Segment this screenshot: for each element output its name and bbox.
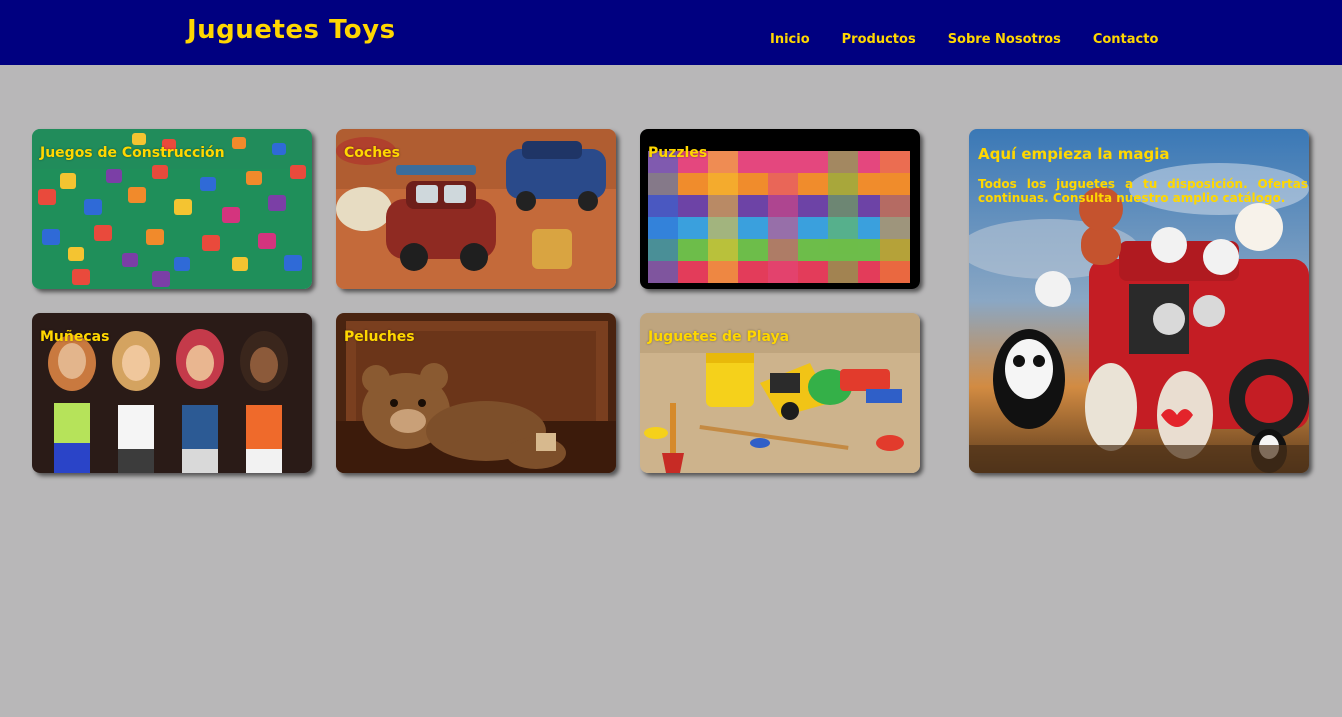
feature-title: Aquí empieza la magia — [978, 145, 1170, 163]
category-title: Muñecas — [40, 329, 110, 345]
feature-description: Todos los juguetes a tu disposición. Ofe… — [978, 177, 1308, 205]
brand-logo[interactable]: Juguetes Toys — [187, 15, 396, 45]
nav-link-sobre-nosotros[interactable]: Sobre Nosotros — [948, 32, 1061, 47]
category-title: Juguetes de Playa — [648, 329, 790, 345]
category-title: Peluches — [344, 329, 415, 345]
category-title: Coches — [344, 145, 400, 161]
category-card-juguetes-playa[interactable]: Juguetes de Playa — [640, 313, 920, 473]
main-nav: Inicio Productos Sobre Nosotros Contacto — [770, 32, 1190, 47]
category-card-peluches[interactable]: Peluches — [336, 313, 616, 473]
category-title: Juegos de Construcción — [40, 145, 225, 161]
site-header: Juguetes Toys Inicio Productos Sobre Nos… — [0, 0, 1342, 65]
nav-link-inicio[interactable]: Inicio — [770, 32, 810, 47]
category-title: Puzzles — [648, 145, 708, 161]
nav-link-productos[interactable]: Productos — [842, 32, 916, 47]
nav-link-contacto[interactable]: Contacto — [1093, 32, 1159, 47]
category-card-coches[interactable]: Coches — [336, 129, 616, 289]
category-card-munecas[interactable]: Muñecas — [32, 313, 312, 473]
category-card-puzzles[interactable]: Puzzles — [640, 129, 920, 289]
feature-card[interactable]: Aquí empieza la magia Todos los juguetes… — [969, 129, 1309, 473]
category-card-construccion[interactable]: Juegos de Construcción — [32, 129, 312, 289]
